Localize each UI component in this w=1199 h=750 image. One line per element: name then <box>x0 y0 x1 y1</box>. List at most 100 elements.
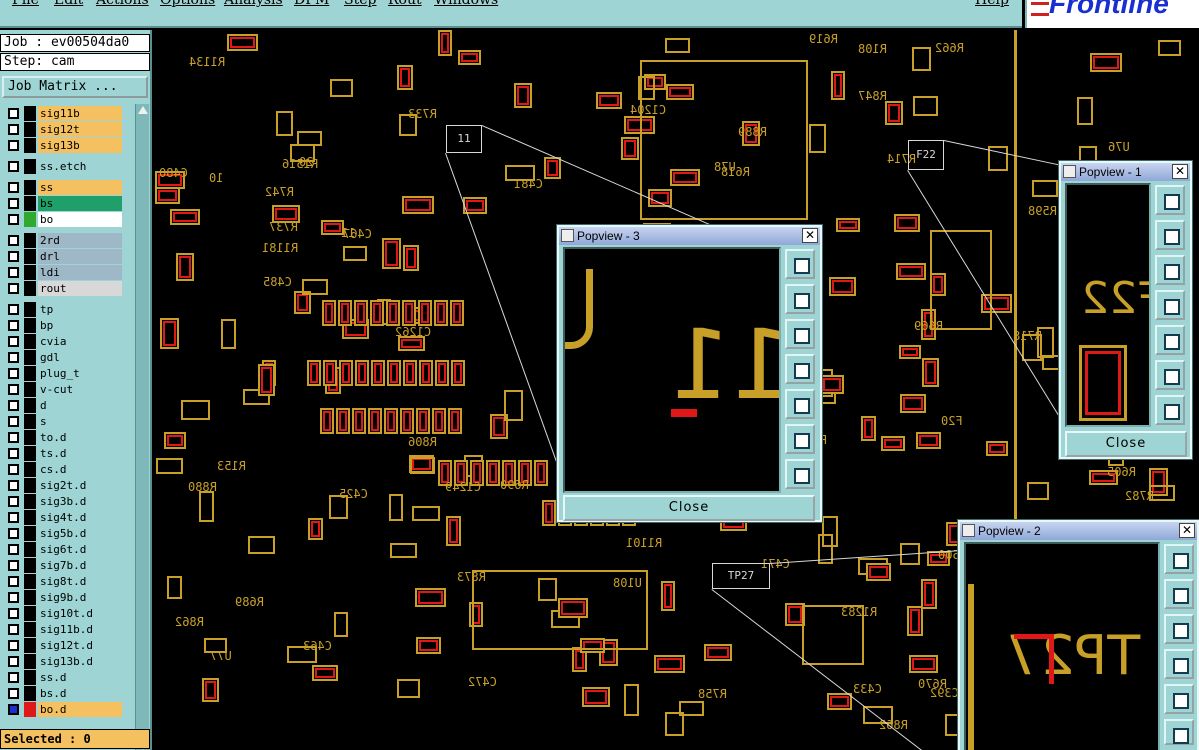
layer-row-sig4t-d[interactable]: sig4t.d <box>2 510 122 525</box>
layer-color-swatch[interactable] <box>24 106 36 121</box>
layer-row-cs-d[interactable]: cs.d <box>2 462 122 477</box>
layer-checkbox[interactable] <box>8 432 19 443</box>
layer-checkbox[interactable] <box>8 161 19 172</box>
layer-name[interactable]: rout <box>38 281 122 296</box>
layer-row-bs-d[interactable]: bs.d <box>2 686 122 701</box>
popview-1-tool-left-icon[interactable] <box>1155 290 1185 320</box>
layer-color-swatch[interactable] <box>24 558 36 573</box>
menu-rout[interactable]: Rout <box>388 0 422 8</box>
layer-checkbox[interactable] <box>8 182 19 193</box>
layer-row-sig6t-d[interactable]: sig6t.d <box>2 542 122 557</box>
menu-file[interactable]: File <box>12 0 39 8</box>
popview-3-close-icon[interactable]: ✕ <box>802 228 818 243</box>
layer-name[interactable]: sig2t.d <box>38 478 122 493</box>
layer-checkbox[interactable] <box>8 267 19 278</box>
layer-color-swatch[interactable] <box>24 686 36 701</box>
layer-color-swatch[interactable] <box>24 638 36 653</box>
layer-color-swatch[interactable] <box>24 138 36 153</box>
popview-2-tool-right-icon[interactable] <box>1164 684 1194 714</box>
layer-name[interactable]: bs.d <box>38 686 122 701</box>
popview-marker[interactable]: F22 <box>908 140 944 170</box>
layer-name[interactable]: ss.etch <box>38 159 122 174</box>
popview-3-tool-down-icon[interactable] <box>785 319 815 349</box>
layer-name[interactable]: cvia <box>38 334 122 349</box>
layer-checkbox[interactable] <box>8 235 19 246</box>
layer-name[interactable]: sig7b.d <box>38 558 122 573</box>
layer-checkbox[interactable] <box>8 336 19 347</box>
layer-color-swatch[interactable] <box>24 180 36 195</box>
layer-checkbox[interactable] <box>8 251 19 262</box>
popview-1-close-icon[interactable]: ✕ <box>1172 164 1188 179</box>
layer-checkbox[interactable] <box>8 496 19 507</box>
layer-color-swatch[interactable] <box>24 196 36 211</box>
layer-color-swatch[interactable] <box>24 510 36 525</box>
layer-checkbox[interactable] <box>8 198 19 209</box>
layer-checkbox[interactable] <box>8 608 19 619</box>
layer-color-swatch[interactable] <box>24 478 36 493</box>
layer-checkbox[interactable] <box>8 656 19 667</box>
layer-name[interactable]: sig11b.d <box>38 622 122 637</box>
layer-name[interactable]: ts.d <box>38 446 122 461</box>
popview-1-tool-right-icon[interactable] <box>1155 325 1185 355</box>
layer-checkbox[interactable] <box>8 304 19 315</box>
layer-row-sig10t-d[interactable]: sig10t.d <box>2 606 122 621</box>
layer-color-swatch[interactable] <box>24 159 36 174</box>
layer-checkbox[interactable] <box>8 560 19 571</box>
layer-name[interactable]: ss <box>38 180 122 195</box>
popview-1-tool-zoom-out-icon[interactable] <box>1155 395 1185 425</box>
layer-name[interactable]: sig9b.d <box>38 590 122 605</box>
layer-color-swatch[interactable] <box>24 430 36 445</box>
layer-name[interactable]: bs <box>38 196 122 211</box>
layer-row-sig13b[interactable]: sig13b <box>2 138 122 153</box>
layer-checkbox[interactable] <box>8 320 19 331</box>
layer-name[interactable]: sig12t <box>38 122 122 137</box>
layer-name[interactable]: bo <box>38 212 122 227</box>
popview-1-tool-zoom-in-icon[interactable] <box>1155 360 1185 390</box>
popview-2-tool-left-icon[interactable] <box>1164 649 1194 679</box>
layer-row-sig3b-d[interactable]: sig3b.d <box>2 494 122 509</box>
layer-name[interactable]: 2rd <box>38 233 122 248</box>
layer-name[interactable]: sig5b.d <box>38 526 122 541</box>
popview-3-tool-up-icon[interactable] <box>785 284 815 314</box>
menu-help[interactable]: Help <box>975 0 1009 8</box>
layer-checkbox[interactable] <box>8 576 19 587</box>
layer-color-swatch[interactable] <box>24 526 36 541</box>
layer-name[interactable]: d <box>38 398 122 413</box>
layer-checkbox[interactable] <box>8 124 19 135</box>
popview-3-titlebar[interactable]: Popview - 3 <box>559 227 820 245</box>
layer-checkbox[interactable] <box>8 672 19 683</box>
popview-3-tool-zoom-in-icon[interactable] <box>785 424 815 454</box>
layer-name[interactable]: sig6t.d <box>38 542 122 557</box>
layer-row-sig11b[interactable]: sig11b <box>2 106 122 121</box>
popview-2-tool-down-icon[interactable] <box>1164 614 1194 644</box>
popview-2-close-icon[interactable]: ✕ <box>1179 523 1195 538</box>
layer-color-swatch[interactable] <box>24 265 36 280</box>
menu-edit[interactable]: Edit <box>54 0 83 8</box>
layer-row-sig5b-d[interactable]: sig5b.d <box>2 526 122 541</box>
layer-row-plug-t[interactable]: plug_t <box>2 366 122 381</box>
layer-name[interactable]: sig13b.d <box>38 654 122 669</box>
layer-row-ss[interactable]: ss <box>2 180 122 195</box>
layer-row-v-cut[interactable]: v-cut <box>2 382 122 397</box>
popview-1-tool-up-icon[interactable] <box>1155 220 1185 250</box>
layer-name[interactable]: ldi <box>38 265 122 280</box>
layer-checkbox[interactable] <box>8 640 19 651</box>
layer-checkbox[interactable] <box>8 108 19 119</box>
popview-1-tool-fit-icon[interactable] <box>1155 185 1185 215</box>
layer-row-sig13b-d[interactable]: sig13b.d <box>2 654 122 669</box>
layer-checkbox[interactable] <box>8 352 19 363</box>
layer-checkbox[interactable] <box>8 140 19 151</box>
layer-color-swatch[interactable] <box>24 494 36 509</box>
layer-row-rout[interactable]: rout <box>2 281 122 296</box>
popview-3-view[interactable]: 11 <box>563 247 781 493</box>
layer-name[interactable]: ss.d <box>38 670 122 685</box>
layer-row-sig2t-d[interactable]: sig2t.d <box>2 478 122 493</box>
layer-checkbox[interactable] <box>8 592 19 603</box>
layer-checkbox[interactable] <box>8 384 19 395</box>
layer-row-cvia[interactable]: cvia <box>2 334 122 349</box>
layer-color-swatch[interactable] <box>24 318 36 333</box>
layer-name[interactable]: sig10t.d <box>38 606 122 621</box>
layer-color-swatch[interactable] <box>24 366 36 381</box>
layer-row-to-d[interactable]: to.d <box>2 430 122 445</box>
popview-1-tool-down-icon[interactable] <box>1155 255 1185 285</box>
